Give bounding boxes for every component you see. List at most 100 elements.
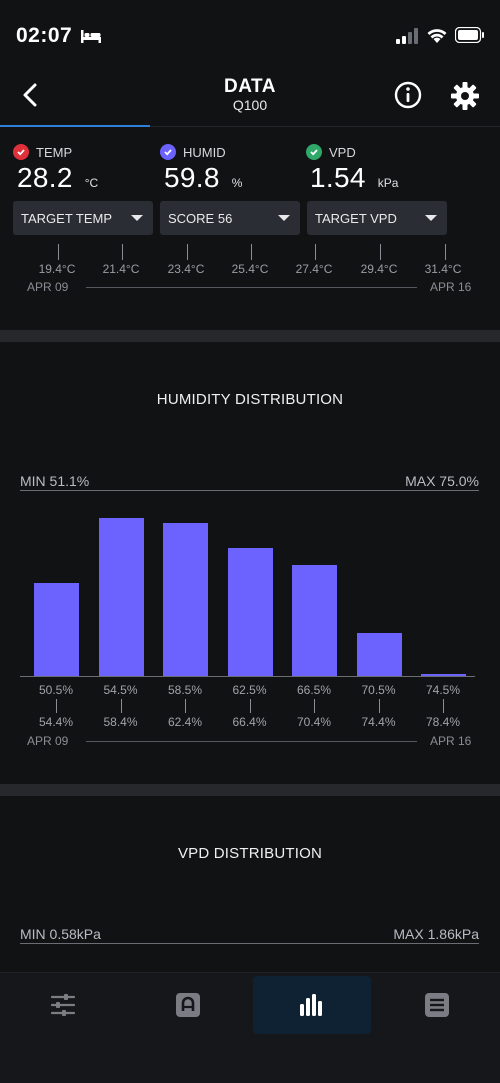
axis-tick [251,244,252,260]
end-date: APR 16 [430,280,472,294]
vpd-distribution-title: VPD DISTRIBUTION [177,845,323,862]
chevron-down-icon [425,215,437,221]
axis-tick [122,244,123,260]
bin-tick [249,699,251,713]
vpd-min: MIN 0.58kPa [20,926,101,942]
info-icon[interactable] [393,80,423,110]
axis-tick-label: 19.4°C [38,262,76,276]
vpd-max: MAX 1.86kPa [393,926,479,942]
axis-tick-label: 29.4°C [360,262,398,276]
sliders-icon [50,994,76,1016]
bin-high-label: 74.4% [361,715,396,729]
temp-unit: °C [84,176,99,190]
grow-icon [176,993,200,1017]
humidity-distribution-section: HUMIDITY DISTRIBUTION MIN 51.1% MAX 75.0… [0,342,500,784]
start-date: APR 09 [27,734,69,748]
axis-tick-label: 27.4°C [295,262,333,276]
humid-metric[interactable]: HUMID 59.8 % [160,144,242,194]
min-max-line [20,490,479,491]
top-navigation-bar: DATA Q100 [0,72,500,128]
bin-high-label: 62.4% [167,715,203,729]
date-range-line [86,741,417,742]
bin-high-label: 66.4% [232,715,267,729]
axis-tick-label: 21.4°C [102,262,140,276]
vpd-unit: kPa [377,176,399,190]
humidity-bar[interactable] [292,565,337,676]
vpd-label: VPD [329,144,356,160]
page-title: DATA [224,76,276,97]
chart-icon [300,994,322,1016]
axis-tick [187,244,188,260]
header-divider [150,126,500,127]
min-max-line [20,943,479,944]
bed-icon [81,30,101,43]
status-bar: 02:07 [0,0,500,72]
vpd-check-icon [306,144,322,160]
bin-tick [120,699,122,713]
humidity-bar[interactable] [227,548,273,676]
battery-icon [455,27,484,43]
bin-tick [314,699,315,713]
target-vpd-dropdown-label: TARGET VPD [315,210,397,226]
bin-low-label: 58.5% [167,683,203,697]
section-divider [0,330,500,342]
bin-low-label: 62.5% [232,683,267,697]
gear-icon[interactable] [449,80,481,112]
score-dropdown[interactable]: SCORE 56 [160,201,300,235]
bin-tick [443,699,444,713]
humid-value: 59.8 [164,162,220,193]
axis-tick-label: 23.4°C [167,262,205,276]
target-temp-dropdown[interactable]: TARGET TEMP [13,201,153,235]
date-range-line [86,287,417,288]
tab-controls[interactable] [4,976,122,1034]
axis-tick [445,244,446,260]
tab-grow[interactable] [129,976,247,1034]
tab-log[interactable] [378,976,496,1034]
bin-high-label: 54.4% [38,715,74,729]
axis-tick-label: 25.4°C [231,262,269,276]
axis-tick [315,244,316,260]
chart-baseline [20,676,475,677]
humidity-bar[interactable] [163,523,208,676]
humid-label: HUMID [183,144,226,160]
tab-data[interactable] [253,976,371,1034]
vpd-value: 1.54 [310,162,366,193]
temp-label: TEMP [36,144,73,160]
target-vpd-dropdown[interactable]: TARGET VPD [307,201,447,235]
bin-low-label: 54.5% [103,683,138,697]
tab-indicator [0,125,150,127]
list-icon [425,993,449,1017]
bottom-tab-bar [0,972,500,1083]
cellular-signal-icon [396,28,418,44]
bin-tick [185,699,186,713]
bin-high-label: 70.4% [296,715,332,729]
bin-high-label: 78.4% [425,715,461,729]
humidity-bars [20,512,480,676]
bin-low-label: 74.5% [425,683,461,697]
bin-tick [56,699,57,713]
axis-tick-label: 31.4°C [424,262,462,276]
bin-low-label: 66.5% [296,683,332,697]
end-date: APR 16 [430,734,472,748]
humidity-bar[interactable] [34,583,79,676]
humidity-bar[interactable] [356,633,402,676]
chevron-down-icon [131,215,143,221]
bin-high-label: 58.4% [103,715,138,729]
humidity-bar[interactable] [98,518,144,676]
chevron-down-icon [278,215,290,221]
humidity-max: MAX 75.0% [405,473,479,489]
wifi-icon [427,29,447,43]
axis-tick [58,244,59,260]
start-date: APR 09 [27,280,69,294]
temp-check-icon [13,144,29,160]
device-name: Q100 [232,97,268,113]
section-divider [0,784,500,796]
temp-value: 28.2 [17,162,73,193]
vpd-distribution-section: VPD DISTRIBUTION MIN 0.58kPa MAX 1.86kPa [0,796,500,972]
vpd-metric[interactable]: VPD 1.54 kPa [306,144,398,194]
temperature-axis: 19.4°C 21.4°C 23.4°C 25.4°C 27.4°C 29.4°… [0,240,500,300]
bin-low-label: 50.5% [38,683,74,697]
humid-check-icon [160,144,176,160]
humidity-distribution-title: HUMIDITY DISTRIBUTION [156,391,344,408]
temp-metric[interactable]: TEMP 28.2 °C [13,144,98,194]
